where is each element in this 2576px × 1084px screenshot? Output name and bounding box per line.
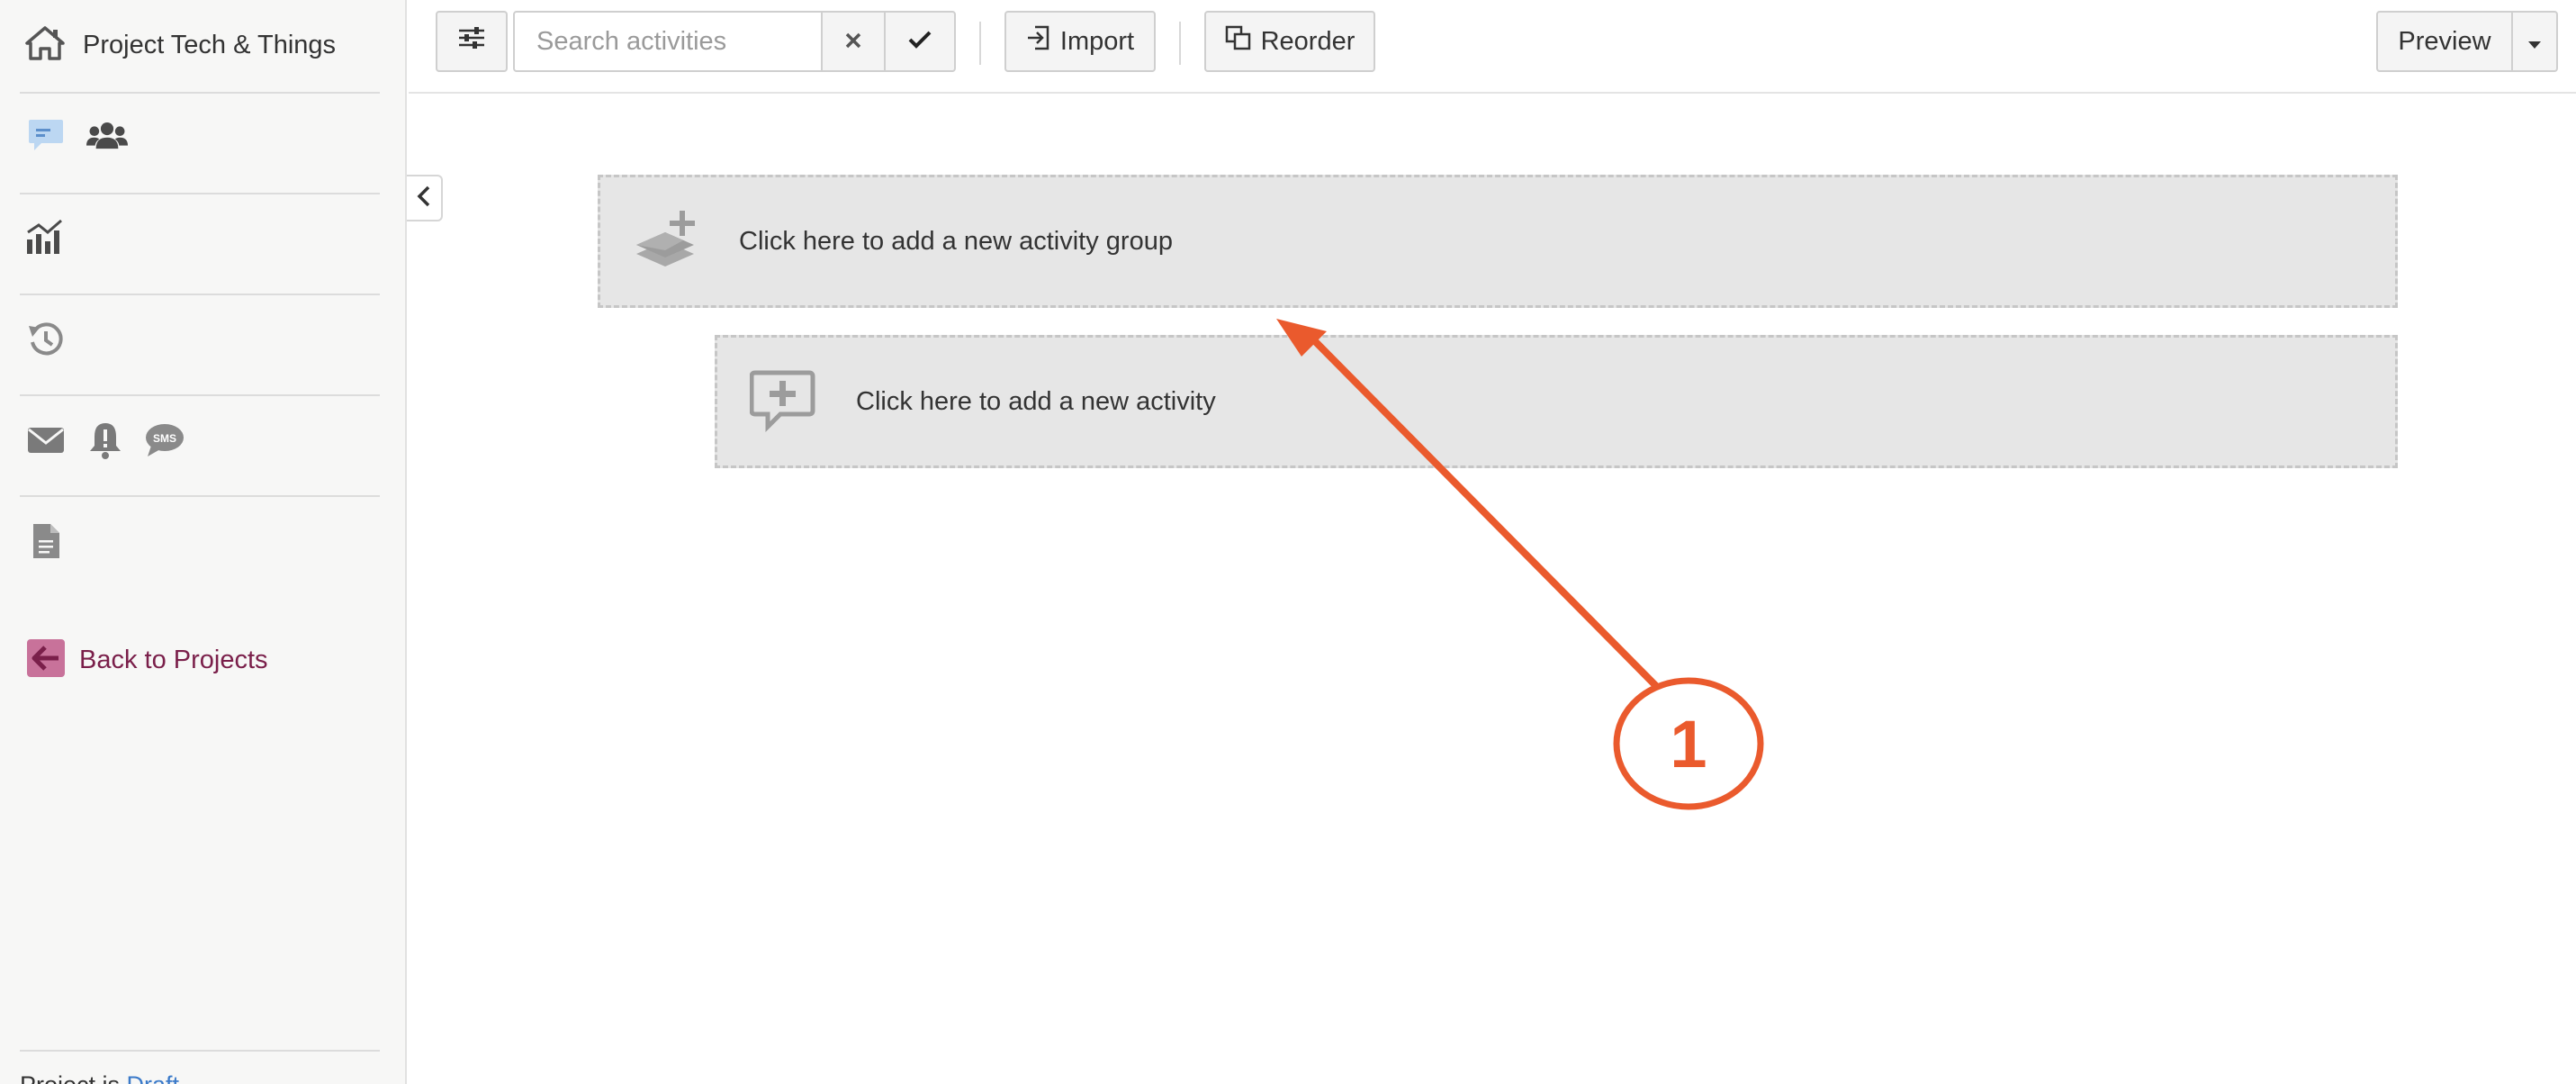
sidebar: Project Tech & Things SMS Back to Projec… (0, 0, 407, 1084)
close-icon (844, 27, 862, 57)
alert-icon[interactable] (85, 420, 126, 461)
project-title: Project Tech & Things (83, 30, 337, 59)
arrow-left-icon (27, 639, 65, 682)
search-input[interactable] (513, 11, 823, 72)
sms-icon-label: SMS (153, 432, 176, 445)
apply-search-button[interactable] (884, 11, 956, 72)
add-activity-label: Click here to add a new activity (856, 386, 1216, 416)
add-activity-group-label: Click here to add a new activity group (739, 226, 1173, 256)
back-to-projects-label: Back to Projects (79, 646, 268, 674)
clear-search-button[interactable] (821, 11, 886, 72)
home-icon (25, 25, 65, 66)
sidebar-footer-divider (20, 1050, 380, 1052)
toolbar-separator (1179, 22, 1181, 65)
users-icon[interactable] (86, 115, 128, 157)
preview-dropdown-button[interactable] (2511, 11, 2558, 72)
check-icon (908, 27, 932, 57)
sidebar-divider (20, 394, 380, 396)
sliders-icon (458, 26, 485, 57)
reorder-label: Reorder (1260, 26, 1356, 56)
sidebar-group-activities (25, 115, 128, 157)
import-label: Import (1059, 26, 1135, 56)
app-root: Project Tech & Things SMS Back to Projec… (0, 0, 2576, 1084)
chat-icon[interactable] (25, 115, 67, 157)
add-activity-zone[interactable]: Click here to add a new activity (715, 335, 2398, 468)
email-icon[interactable] (25, 420, 67, 461)
sidebar-group-documents (25, 520, 67, 562)
add-activity-group-zone[interactable]: Click here to add a new activity group (598, 175, 2398, 308)
project-status-prefix: Project is (20, 1071, 127, 1084)
import-button[interactable]: Import (1004, 11, 1156, 72)
preview-label: Preview (2398, 26, 2491, 56)
back-to-projects-link[interactable]: Back to Projects (27, 639, 268, 682)
sidebar-divider (20, 495, 380, 497)
add-layer-icon (633, 209, 701, 274)
filter-settings-button[interactable] (436, 11, 508, 72)
history-icon[interactable] (25, 319, 67, 360)
sidebar-divider (20, 294, 380, 295)
toolbar-separator (979, 22, 981, 65)
annotation-number: 1 (1670, 706, 1707, 781)
project-status: Project is Draft (20, 1071, 179, 1084)
preview-button[interactable]: Preview (2376, 11, 2513, 72)
sidebar-group-notifications: SMS (25, 420, 185, 461)
project-header[interactable]: Project Tech & Things (25, 18, 336, 72)
project-status-link[interactable]: Draft (127, 1071, 180, 1084)
add-comment-icon (750, 369, 816, 434)
import-icon (1026, 24, 1051, 59)
chart-icon[interactable] (25, 216, 67, 257)
chevron-left-icon (416, 185, 432, 212)
reorder-icon (1225, 25, 1252, 58)
reorder-button[interactable]: Reorder (1204, 11, 1375, 72)
document-icon[interactable] (25, 520, 67, 562)
sidebar-collapse-button[interactable] (407, 175, 443, 221)
sidebar-divider (20, 92, 380, 94)
sidebar-divider (20, 193, 380, 194)
sidebar-group-history (25, 319, 67, 360)
sms-icon[interactable]: SMS (144, 420, 185, 461)
caret-down-icon (2527, 27, 2542, 57)
sidebar-group-analytics (25, 216, 67, 257)
